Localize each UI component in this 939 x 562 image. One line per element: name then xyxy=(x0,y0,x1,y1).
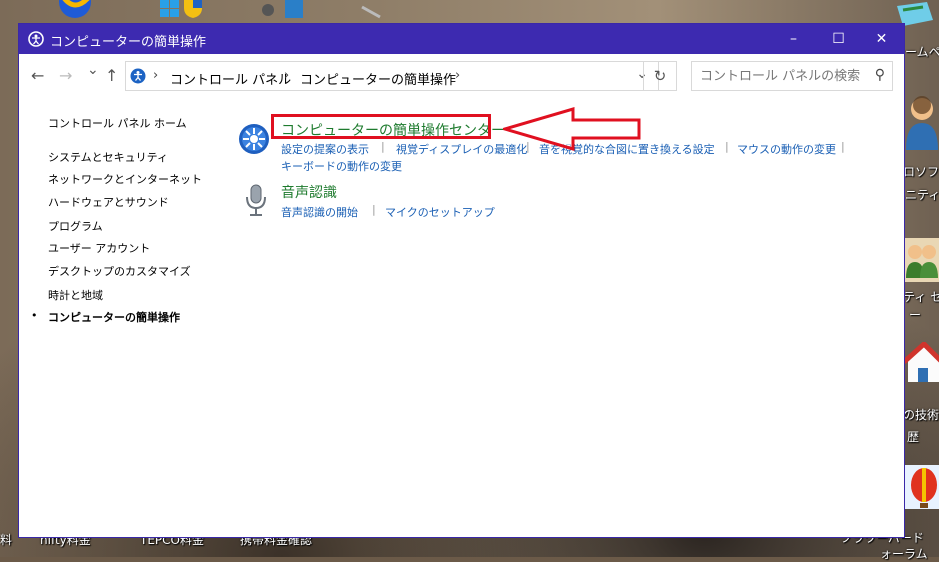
highlight-box xyxy=(271,114,491,139)
task-separator: | xyxy=(372,203,376,216)
desktop-label-history: 歴 xyxy=(907,430,920,444)
sidebar-item-user-accounts[interactable]: ユーザー アカウント xyxy=(48,240,150,256)
search-input[interactable] xyxy=(700,67,860,85)
sidebar-item-personalization[interactable]: デスクトップのカスタマイズ xyxy=(48,263,191,279)
sidebar-item-network[interactable]: ネットワークとインターネット xyxy=(48,171,202,187)
annotation-arrow-icon xyxy=(499,106,643,156)
close-button[interactable]: ✕ xyxy=(859,24,904,54)
category-title-speech-recognition[interactable]: 音声認識 xyxy=(281,182,337,202)
desktop-label-microsoft: ロソフト xyxy=(903,165,939,179)
search-icon[interactable]: ⚲ xyxy=(875,67,885,83)
navigation-bar: ← → ⌄ ↑ › コントロール パネル › コンピューターの簡単操作 › ⌄ … xyxy=(19,54,904,98)
desktop-label-ryo: 料 xyxy=(0,533,13,547)
settings-desktop-icon[interactable] xyxy=(250,0,310,18)
ease-of-access-title-icon xyxy=(28,31,44,47)
breadcrumb-separator[interactable]: › xyxy=(284,68,289,83)
current-item-bullet: • xyxy=(31,309,38,322)
windows-shield-desktop-icon[interactable] xyxy=(158,0,204,18)
task-separator: | xyxy=(841,140,845,153)
ease-of-access-address-icon xyxy=(130,68,146,84)
address-bar[interactable]: › コントロール パネル › コンピューターの簡単操作 › ⌄ xyxy=(125,61,659,91)
title-bar[interactable]: コンピューターの簡単操作 – ☐ ✕ xyxy=(19,24,904,54)
minimize-button[interactable]: – xyxy=(771,24,816,54)
balloon-desktop-icon[interactable] xyxy=(904,465,939,509)
up-button[interactable]: ↑ xyxy=(105,66,118,85)
refresh-button[interactable]: ↻ xyxy=(643,61,677,91)
task-link-keyboard[interactable]: キーボードの動作の変更 xyxy=(281,158,402,174)
sidebar-item-ease-of-access: コンピューターの簡単操作 xyxy=(48,311,180,324)
breadcrumb-ease-of-access[interactable]: コンピューターの簡単操作 xyxy=(300,69,456,88)
sidebar-item-programs[interactable]: プログラム xyxy=(48,218,103,234)
control-panel-window: コンピューターの簡単操作 – ☐ ✕ ← → ⌄ ↑ › コントロール パネル … xyxy=(18,23,905,538)
breadcrumb-separator[interactable]: › xyxy=(455,68,460,83)
tool-desktop-icon[interactable] xyxy=(360,4,384,19)
sidebar-item-clock-region[interactable]: 時計と地域 xyxy=(48,287,103,303)
window-title: コンピューターの簡単操作 xyxy=(50,35,207,50)
desktop-label-technology: の技術 xyxy=(903,408,939,422)
microphone-icon[interactable] xyxy=(244,184,268,222)
desktop-label-homepage: ームペ xyxy=(905,45,939,59)
desktop-label-dash: ー xyxy=(909,308,922,322)
task-separator: | xyxy=(725,140,729,153)
task-link-start-speech[interactable]: 音声認識の開始 xyxy=(281,204,358,220)
breadcrumb-separator[interactable]: › xyxy=(153,68,158,83)
task-link-mic-setup[interactable]: マイクのセットアップ xyxy=(385,204,495,220)
sidebar-item-hardware-sound[interactable]: ハードウェアとサウンド xyxy=(48,194,169,210)
forward-button[interactable]: → xyxy=(59,66,72,85)
ease-of-access-icon[interactable] xyxy=(238,123,270,159)
desktop-label-forum: ォーラム xyxy=(880,547,928,561)
back-button[interactable]: ← xyxy=(31,66,44,85)
task-link-mouse[interactable]: マウスの動作の変更 xyxy=(737,141,836,157)
search-box[interactable]: ⚲ xyxy=(691,61,893,91)
sidebar-item-system-security[interactable]: システムとセキュリティ xyxy=(48,149,168,165)
breadcrumb-control-panel[interactable]: コントロール パネル xyxy=(170,69,291,88)
house-desktop-icon[interactable] xyxy=(902,340,939,384)
sidebar-item-home[interactable]: コントロール パネル ホーム xyxy=(48,115,187,131)
browser-desktop-icon[interactable] xyxy=(54,0,96,18)
task-separator: | xyxy=(381,140,385,153)
recent-locations-button[interactable]: ⌄ xyxy=(87,62,99,78)
desktop-label-community: ニティ xyxy=(905,188,939,202)
task-link-suggestions[interactable]: 設定の提案の表示 xyxy=(281,141,369,157)
desktop-label-tity: ティ セ xyxy=(903,290,939,304)
maximize-button[interactable]: ☐ xyxy=(816,24,861,54)
people-desktop-icon[interactable] xyxy=(904,238,939,282)
person-desktop-icon[interactable] xyxy=(904,95,939,150)
